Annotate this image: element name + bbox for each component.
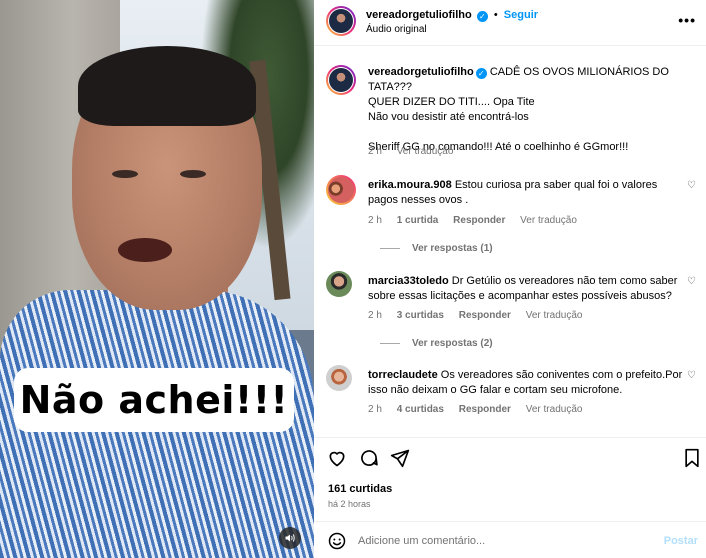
follow-button[interactable]: Seguir	[504, 9, 538, 21]
caption-time[interactable]: 2 h	[368, 146, 382, 157]
comment-item: torreclaudete Os vereadores são conivent…	[326, 365, 696, 437]
post-actions: 161 curtidas há 2 horas	[314, 437, 706, 517]
comment-time[interactable]: 2 h	[368, 310, 382, 321]
post-button[interactable]: Postar	[664, 535, 698, 547]
post-caption: vereadorgetuliofilho ✓ CADÊ OS OVOS MILIO…	[326, 65, 696, 185]
comment-username[interactable]: erika.moura.908	[368, 179, 452, 191]
verified-icon: ✓	[475, 68, 487, 79]
view-replies-button[interactable]: Ver respostas (1)	[380, 243, 493, 254]
post-header: vereadorgetuliofilho ✓ • Seguir Áudio or…	[314, 0, 706, 46]
translate-link[interactable]: Ver tradução	[520, 215, 577, 226]
commenter-avatar[interactable]	[326, 175, 356, 205]
comment-item: marcia33toledo Dr Getúlio os vereadores …	[326, 271, 696, 361]
caption-translate[interactable]: Ver tradução	[397, 146, 454, 157]
likes-count[interactable]: 161 curtidas	[328, 483, 392, 495]
emoji-icon[interactable]	[328, 532, 346, 550]
translate-link[interactable]: Ver tradução	[526, 404, 583, 415]
author-avatar-small[interactable]	[326, 65, 356, 95]
heart-icon[interactable]: ♡	[687, 180, 696, 191]
comment-icon[interactable]	[359, 448, 379, 468]
comment-meta: 2 h 3 curtidas Responder Ver tradução	[368, 310, 594, 321]
comment-text: marcia33toledo Dr Getúlio os vereadores …	[368, 274, 686, 304]
comment-likes[interactable]: 3 curtidas	[397, 310, 444, 321]
audio-icon	[285, 534, 295, 542]
person-eye-right	[180, 170, 206, 178]
comment-time[interactable]: 2 h	[368, 404, 382, 415]
separator-dot: •	[493, 9, 498, 21]
caption-meta: 2 h Ver tradução	[368, 146, 465, 157]
post-details-panel: vereadorgetuliofilho ✓ • Seguir Áudio or…	[314, 0, 706, 558]
add-comment-bar: Postar	[314, 521, 706, 558]
video-overlay-caption: Não achei!!!	[14, 368, 294, 432]
caption-line-2: QUER DIZER DO TITI.... Opa Tite	[368, 96, 535, 108]
comment-text: torreclaudete Os vereadores são conivent…	[368, 368, 686, 398]
author-avatar[interactable]	[326, 6, 356, 36]
commenter-avatar[interactable]	[326, 271, 352, 297]
translate-link[interactable]: Ver tradução	[526, 310, 583, 321]
reply-button[interactable]: Responder	[459, 404, 511, 415]
heart-icon[interactable]	[327, 448, 347, 468]
comment-item: erika.moura.908 Estou curiosa pra saber …	[326, 175, 696, 265]
reply-button[interactable]: Responder	[459, 310, 511, 321]
instagram-post-view: Não achei!!! vereadorgetuliofilho ✓ • Se…	[0, 0, 706, 558]
share-icon[interactable]	[390, 448, 410, 468]
more-icon[interactable]: •••	[678, 12, 696, 28]
view-replies-label: Ver respostas (2)	[412, 338, 493, 349]
person-hair	[78, 46, 256, 126]
comment-meta: 2 h 1 curtida Responder Ver tradução	[368, 215, 589, 226]
comment-username[interactable]: marcia33toledo	[368, 275, 449, 287]
post-timestamp[interactable]: há 2 horas	[328, 499, 371, 509]
video-overlay-text: Não achei!!!	[19, 378, 289, 422]
heart-icon[interactable]: ♡	[687, 276, 696, 287]
commenter-avatar[interactable]	[326, 365, 352, 391]
video-player[interactable]: Não achei!!!	[0, 0, 314, 558]
person-eye-left	[112, 170, 138, 178]
author-row: vereadorgetuliofilho ✓ • Seguir	[366, 9, 538, 22]
comment-text: erika.moura.908 Estou curiosa pra saber …	[368, 178, 686, 208]
comments-list[interactable]: vereadorgetuliofilho ✓ CADÊ OS OVOS MILIO…	[314, 47, 706, 437]
comment-likes[interactable]: 4 curtidas	[397, 404, 444, 415]
audio-label[interactable]: Áudio original	[366, 24, 427, 35]
caption-line-3: Não vou desistir até encontrá-los	[368, 111, 529, 123]
author-username[interactable]: vereadorgetuliofilho	[366, 9, 472, 21]
view-replies-label: Ver respostas (1)	[412, 243, 493, 254]
comment-input[interactable]	[358, 531, 658, 551]
comment-time[interactable]: 2 h	[368, 215, 382, 226]
verified-icon: ✓	[476, 11, 488, 22]
caption-text: vereadorgetuliofilho ✓ CADÊ OS OVOS MILIO…	[368, 65, 686, 155]
replies-divider	[380, 342, 400, 344]
comment-meta: 2 h 4 curtidas Responder Ver tradução	[368, 404, 594, 415]
replies-divider	[380, 247, 400, 249]
audio-toggle-button[interactable]	[279, 527, 301, 549]
comment-likes[interactable]: 1 curtida	[397, 215, 439, 226]
view-replies-button[interactable]: Ver respostas (2)	[380, 338, 493, 349]
comment-username[interactable]: torreclaudete	[368, 369, 438, 381]
person-mouth	[118, 238, 172, 262]
caption-username[interactable]: vereadorgetuliofilho	[368, 66, 474, 78]
reply-button[interactable]: Responder	[453, 215, 505, 226]
heart-icon[interactable]: ♡	[687, 370, 696, 381]
bookmark-icon[interactable]	[683, 448, 701, 468]
